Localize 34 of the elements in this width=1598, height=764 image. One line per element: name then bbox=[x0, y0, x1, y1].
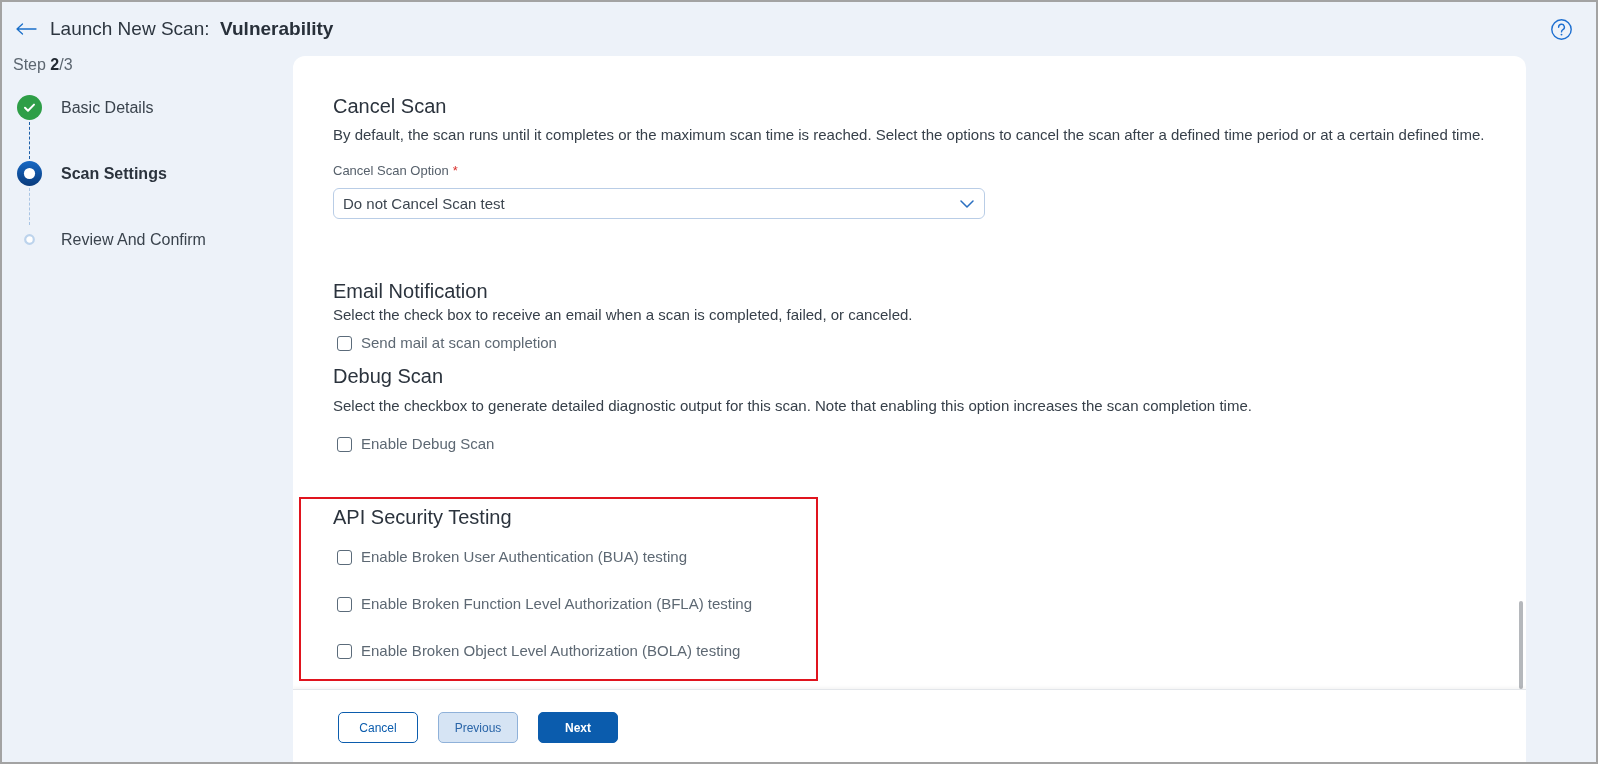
next-button[interactable]: Next bbox=[538, 712, 618, 743]
section-heading: Debug Scan bbox=[333, 364, 445, 388]
checkbox-label[interactable]: Enable Debug Scan bbox=[361, 434, 495, 454]
section-description: Select the check box to receive an email when a scan is completed, failed, or canceled. bbox=[333, 305, 914, 325]
scrollbar-thumb[interactable] bbox=[1519, 601, 1523, 689]
section-description: By default, the scan runs until it completes or the maximum scan time is reached. Select the options to cancel the scan after a defined time period or at a certain defined time. bbox=[333, 125, 1486, 145]
checkbox-label[interactable]: Enable Broken User Authentication (BUA) testing bbox=[361, 547, 687, 567]
previous-button[interactable]: Previous bbox=[438, 712, 518, 743]
checkbox-label[interactable]: Enable Broken Function Level Authorization (BFLA) testing bbox=[361, 594, 753, 614]
chevron-down-icon bbox=[960, 199, 974, 208]
cancel-button[interactable]: Cancel bbox=[338, 712, 418, 743]
step-connector bbox=[29, 188, 30, 225]
page-title: Launch New Scan: Vulnerability bbox=[50, 18, 335, 40]
section-description: Select the checkbox to generate detailed diagnostic output for this scan. Note that enabling this option increases the scan completion time. bbox=[333, 396, 1253, 416]
section-heading: Cancel Scan bbox=[333, 94, 448, 118]
checkbox-label[interactable]: Send mail at scan completion bbox=[361, 333, 557, 353]
checkbox[interactable] bbox=[337, 643, 352, 659]
step-label[interactable]: Scan Settings bbox=[61, 161, 167, 186]
checkbox[interactable] bbox=[337, 436, 352, 452]
back-arrow-icon[interactable] bbox=[16, 23, 37, 35]
checkbox[interactable] bbox=[337, 596, 352, 612]
step-counter: Step 2/3 bbox=[13, 56, 73, 74]
checkbox[interactable] bbox=[337, 549, 352, 565]
step-connector bbox=[29, 122, 30, 159]
step-label[interactable]: Basic Details bbox=[61, 95, 154, 120]
checkbox[interactable] bbox=[337, 335, 352, 351]
section-heading: Email Notification bbox=[333, 279, 489, 303]
section-heading: API Security Testing bbox=[333, 505, 513, 529]
checkbox-label[interactable]: Enable Broken Object Level Authorization (BOLA) testing bbox=[361, 641, 741, 661]
step-label[interactable]: Review And Confirm bbox=[61, 227, 206, 252]
dropdown[interactable]: Do not Cancel Scan test bbox=[333, 188, 985, 219]
required-marker: * bbox=[452, 163, 458, 179]
field-label: Cancel Scan Option bbox=[333, 163, 449, 179]
help-icon[interactable] bbox=[1551, 18, 1572, 40]
